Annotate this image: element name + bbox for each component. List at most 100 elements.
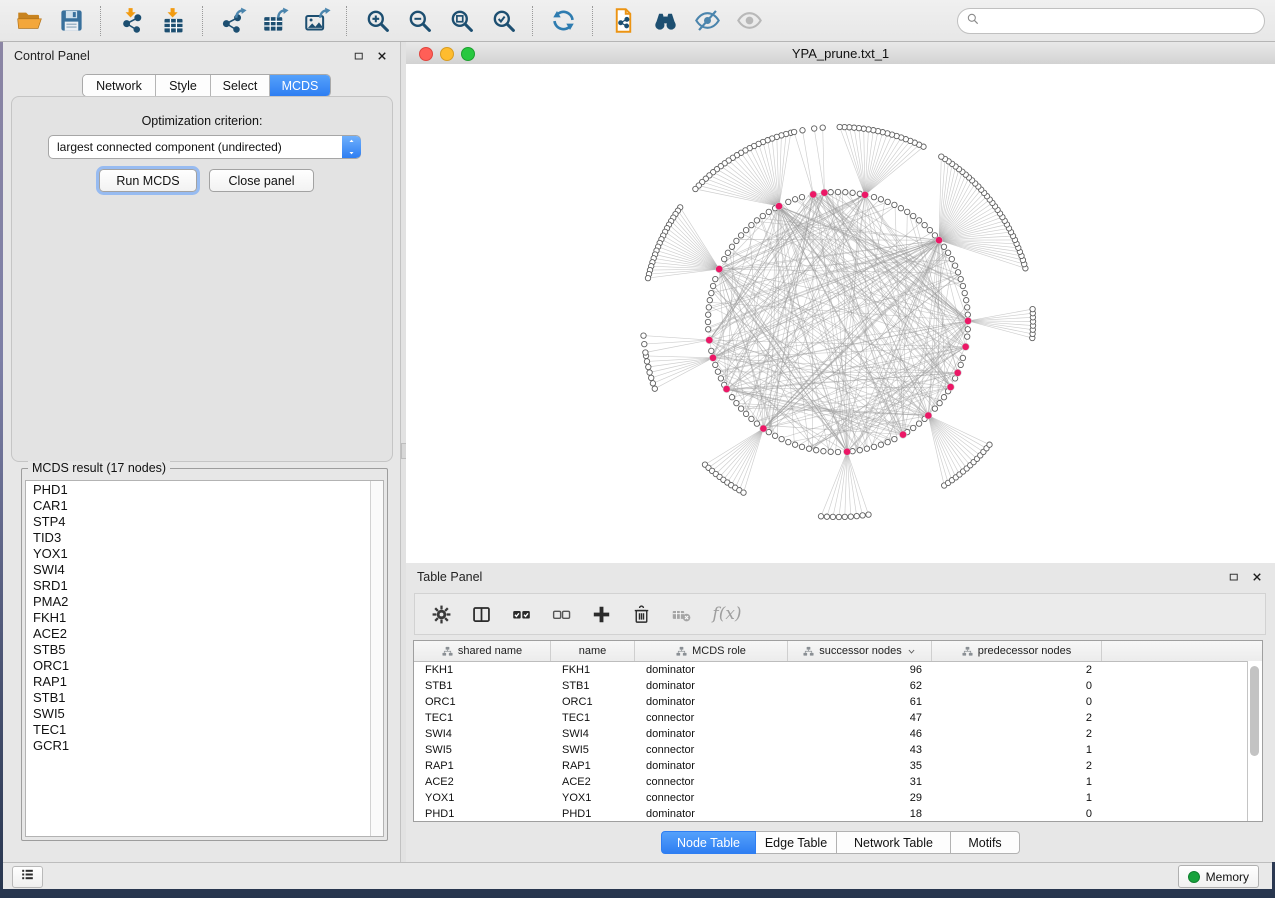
- zoom-out-button[interactable]: [404, 6, 434, 36]
- mcds-hub-node[interactable]: [964, 317, 971, 324]
- network-window-titlebar[interactable]: YPA_prune.txt_1: [406, 42, 1275, 65]
- gear-button[interactable]: [429, 602, 453, 626]
- network-node[interactable]: [749, 222, 754, 227]
- network-node[interactable]: [965, 327, 970, 332]
- network-node[interactable]: [725, 250, 730, 255]
- network-node[interactable]: [864, 446, 869, 451]
- satellite-node[interactable]: [854, 513, 859, 518]
- satellite-node[interactable]: [647, 370, 652, 375]
- close-window-icon[interactable]: [419, 47, 433, 61]
- satellite-node[interactable]: [800, 128, 805, 133]
- network-node[interactable]: [885, 199, 890, 204]
- mcds-hub-node[interactable]: [962, 343, 969, 350]
- network-node[interactable]: [715, 369, 720, 374]
- table-row-TEC1[interactable]: TEC1TEC1connector472: [414, 710, 1262, 726]
- table-row-FKH1[interactable]: FKH1FKH1dominator962: [414, 662, 1262, 678]
- network-node[interactable]: [952, 263, 957, 268]
- table-row-SWI4[interactable]: SWI4SWI4dominator462: [414, 726, 1262, 742]
- satellite-node[interactable]: [820, 125, 825, 130]
- mcds-hub-node[interactable]: [716, 266, 723, 273]
- column-header-shared-name[interactable]: shared name: [414, 641, 551, 661]
- open-folder-button[interactable]: [14, 6, 44, 36]
- satellite-node[interactable]: [866, 512, 871, 517]
- satellite-node[interactable]: [1030, 306, 1035, 311]
- network-node[interactable]: [871, 444, 876, 449]
- export-table-button[interactable]: [260, 6, 290, 36]
- minimize-window-icon[interactable]: [440, 47, 454, 61]
- network-node[interactable]: [898, 206, 903, 211]
- satellite-node[interactable]: [644, 359, 649, 364]
- refresh-button[interactable]: [548, 6, 578, 36]
- mcds-result-item[interactable]: ORC1: [26, 657, 383, 673]
- network-node[interactable]: [713, 362, 718, 367]
- mcds-result-item[interactable]: YOX1: [26, 545, 383, 561]
- mcds-result-item[interactable]: TEC1: [26, 721, 383, 737]
- network-node[interactable]: [709, 290, 714, 295]
- network-node[interactable]: [772, 433, 777, 438]
- mcds-hub-node[interactable]: [954, 369, 961, 376]
- network-node[interactable]: [792, 197, 797, 202]
- float-table-panel-icon[interactable]: [1226, 569, 1241, 584]
- task-history-button[interactable]: [12, 866, 43, 888]
- table-row-PHD1[interactable]: PHD1PHD1dominator180: [414, 806, 1262, 822]
- import-network-button[interactable]: [116, 6, 146, 36]
- mcds-hub-node[interactable]: [821, 189, 828, 196]
- mcds-hub-node[interactable]: [723, 385, 730, 392]
- network-node[interactable]: [927, 227, 932, 232]
- trash-button[interactable]: [629, 602, 653, 626]
- table-scrollbar-thumb[interactable]: [1250, 666, 1259, 756]
- network-node[interactable]: [828, 449, 833, 454]
- network-node[interactable]: [821, 449, 826, 454]
- import-table-button[interactable]: [158, 6, 188, 36]
- network-node[interactable]: [835, 189, 840, 194]
- hide-panels-button[interactable]: [692, 6, 722, 36]
- search-field[interactable]: [957, 8, 1265, 34]
- satellite-node[interactable]: [643, 350, 648, 355]
- table-row-ACE2[interactable]: ACE2ACE2connector311: [414, 774, 1262, 790]
- close-panel-button[interactable]: Close panel: [209, 169, 314, 192]
- network-node[interactable]: [941, 395, 946, 400]
- satellite-node[interactable]: [649, 375, 654, 380]
- network-node[interactable]: [949, 256, 954, 261]
- tab-style[interactable]: Style: [156, 75, 211, 96]
- satellite-node[interactable]: [650, 381, 655, 386]
- doc-share-button[interactable]: [608, 6, 638, 36]
- network-node[interactable]: [738, 406, 743, 411]
- network-node[interactable]: [709, 348, 714, 353]
- mcds-hub-node[interactable]: [861, 191, 868, 198]
- satellite-node[interactable]: [645, 275, 650, 280]
- mcds-hub-node[interactable]: [899, 431, 906, 438]
- satellite-node[interactable]: [652, 386, 657, 391]
- tab-node-table[interactable]: Node Table: [661, 831, 756, 854]
- network-node[interactable]: [705, 319, 710, 324]
- network-node[interactable]: [871, 194, 876, 199]
- table-scrollbar[interactable]: [1247, 661, 1262, 821]
- network-node[interactable]: [958, 362, 963, 367]
- network-node[interactable]: [911, 213, 916, 218]
- network-node[interactable]: [878, 442, 883, 447]
- zoom-selected-button[interactable]: [488, 6, 518, 36]
- tab-network-table[interactable]: Network Table: [837, 831, 951, 854]
- satellite-node[interactable]: [824, 514, 829, 519]
- network-node[interactable]: [941, 244, 946, 249]
- network-node[interactable]: [729, 395, 734, 400]
- mcds-hub-node[interactable]: [810, 191, 817, 198]
- satellite-node[interactable]: [693, 186, 698, 191]
- save-button[interactable]: [56, 6, 86, 36]
- network-node[interactable]: [965, 312, 970, 317]
- mcds-result-item[interactable]: FKH1: [26, 609, 383, 625]
- select-all-button[interactable]: [509, 602, 533, 626]
- network-node[interactable]: [911, 425, 916, 430]
- mcds-list-scrollbar[interactable]: [370, 481, 383, 836]
- network-node[interactable]: [734, 400, 739, 405]
- tab-edge-table[interactable]: Edge Table: [756, 831, 837, 854]
- network-node[interactable]: [786, 439, 791, 444]
- network-node[interactable]: [799, 444, 804, 449]
- network-node[interactable]: [843, 190, 848, 195]
- satellite-node[interactable]: [848, 514, 853, 519]
- satellite-node[interactable]: [836, 514, 841, 519]
- network-node[interactable]: [962, 290, 967, 295]
- network-node[interactable]: [734, 238, 739, 243]
- network-node[interactable]: [958, 276, 963, 281]
- mcds-result-item[interactable]: CAR1: [26, 497, 383, 513]
